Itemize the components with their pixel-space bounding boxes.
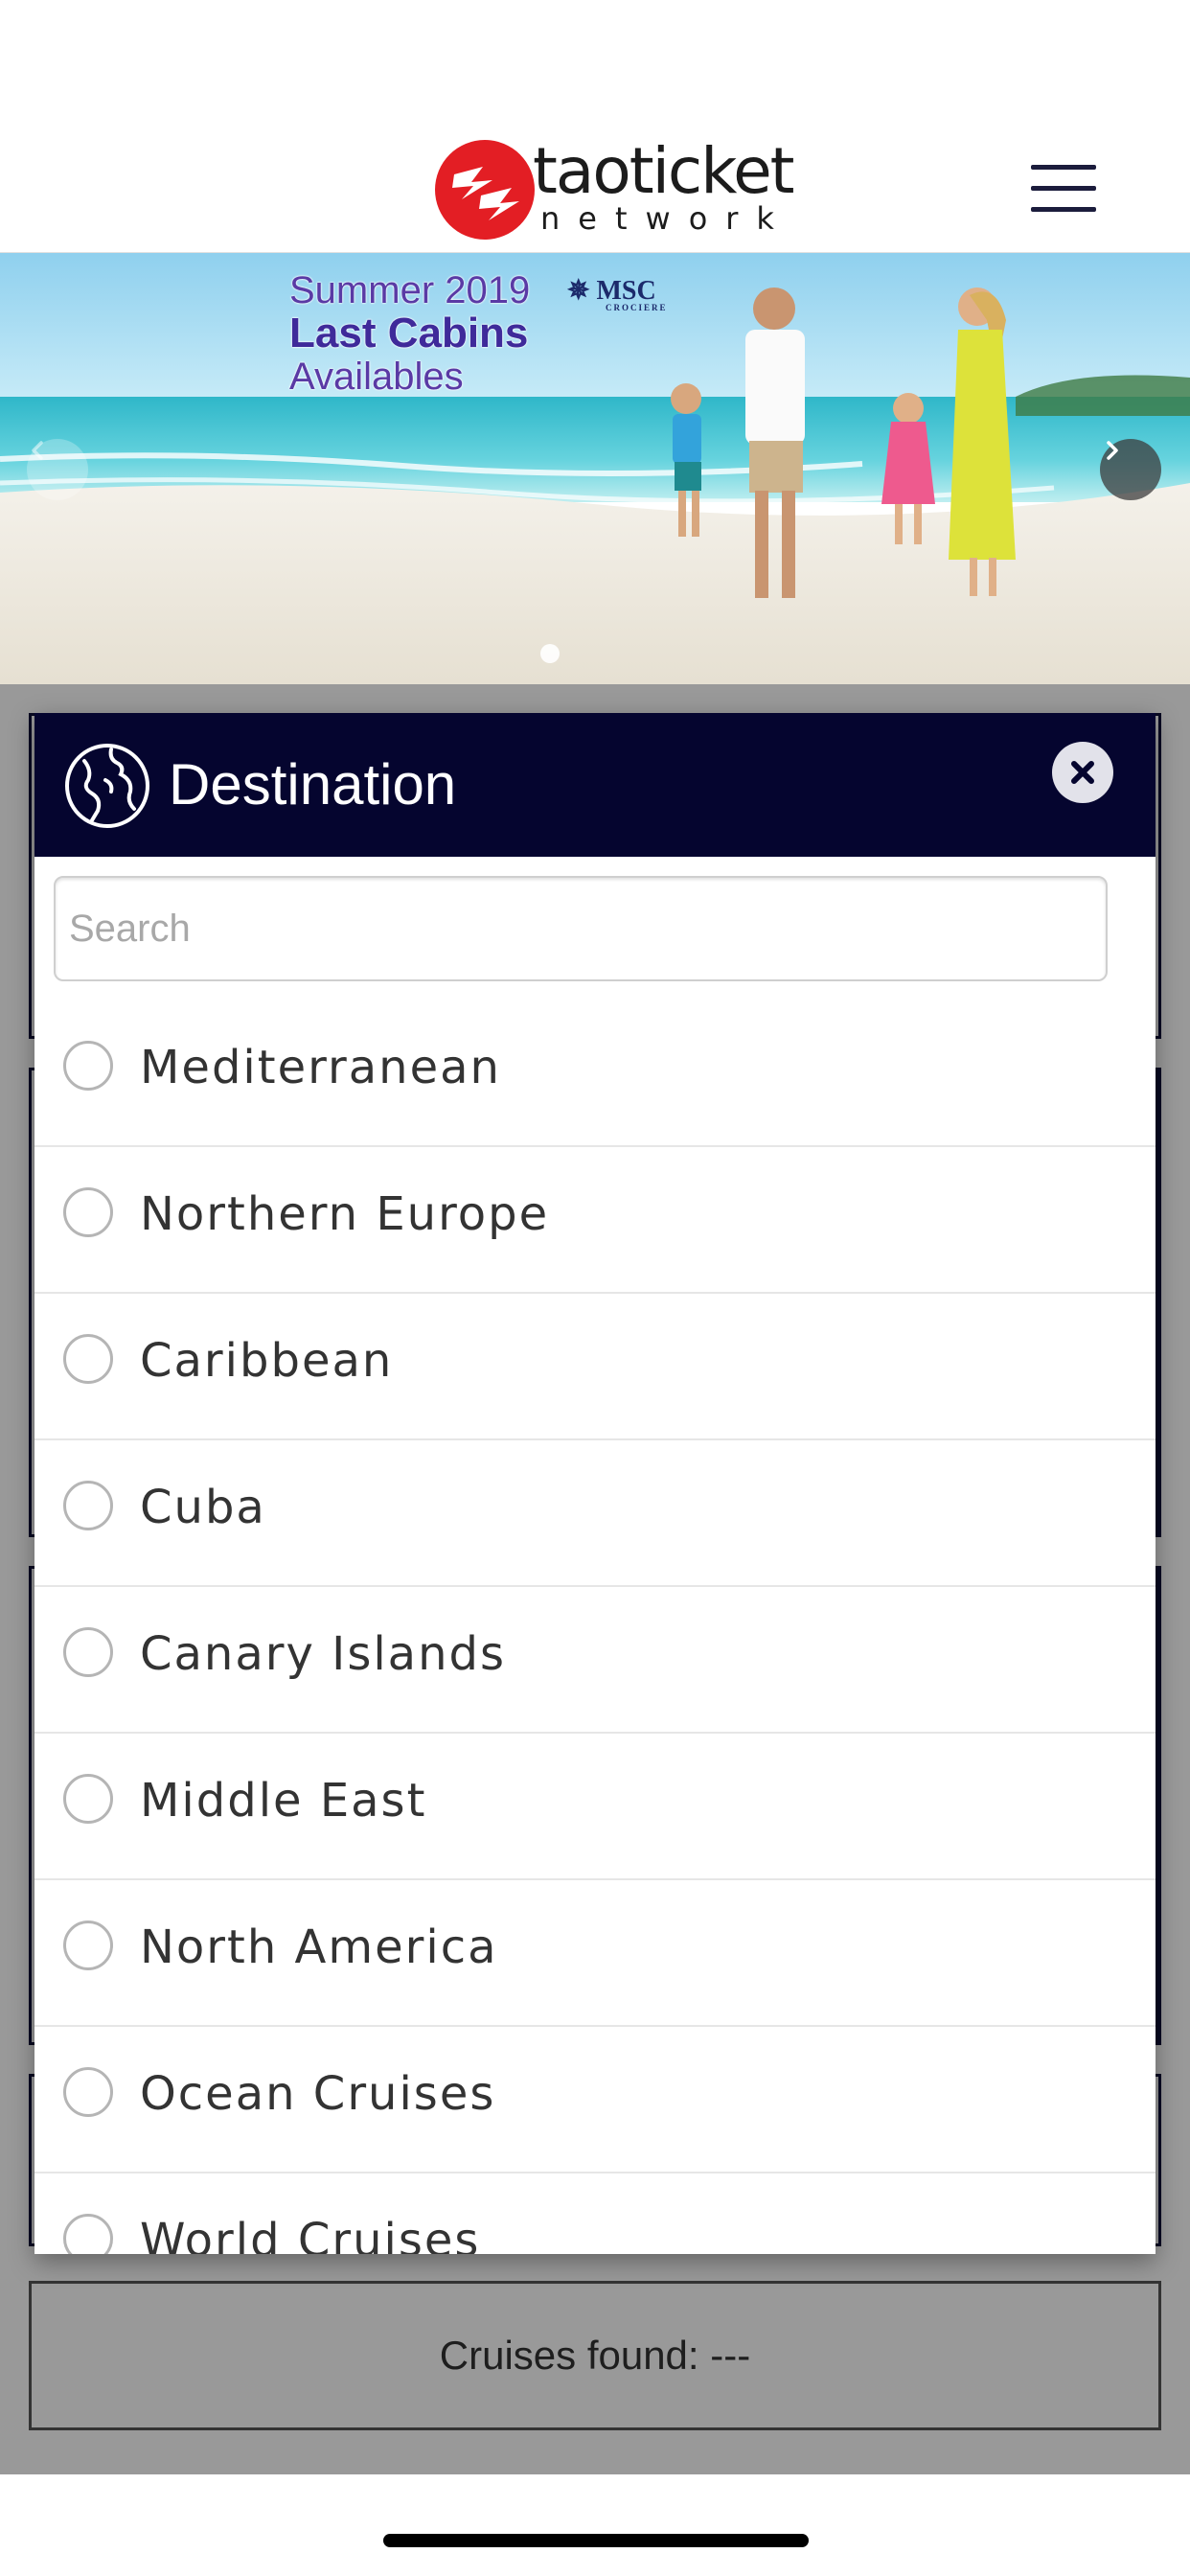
menu-icon [1031,165,1096,170]
close-icon [1071,761,1094,784]
promo-line2: Last Cabins [289,310,529,356]
destination-modal: Destination Mediterranean Northern Europ… [34,713,1156,2254]
beach-family-image [0,253,1190,684]
app-header: taoticket network [0,0,1190,253]
list-item[interactable]: Northern Europe [34,1147,1156,1294]
destination-list: Mediterranean Northern Europe Caribbean … [34,1000,1156,2254]
carousel-prev-button[interactable] [27,439,88,500]
home-indicator[interactable] [383,2534,809,2547]
modal-title: Destination [169,752,457,816]
msc-logo: ✵ MSC CROCIERE [567,274,668,312]
list-item[interactable]: World Cruises [34,2174,1156,2254]
close-button[interactable] [1052,742,1113,803]
carousel-dot[interactable] [540,644,560,663]
destination-label: Middle East [140,1774,427,1828]
logo-name: taoticket [533,134,795,208]
list-item[interactable]: Ocean Cruises [34,2027,1156,2174]
promo-line1: Summer 2019 [289,269,531,311]
destination-label: Northern Europe [140,1187,550,1241]
logo-mark-icon [435,140,535,240]
destination-label: Ocean Cruises [140,2067,496,2121]
taoticket-logo[interactable]: taoticket network [433,136,795,243]
radio-icon[interactable] [63,1920,113,1970]
destination-label: Canary Islands [140,1627,506,1681]
chevron-right-icon [1107,441,1118,460]
logo-subtitle: network [540,200,792,237]
list-item[interactable]: North America [34,1880,1156,2027]
promo-line3: Availables [289,356,464,399]
radio-icon[interactable] [63,1334,113,1384]
menu-button[interactable] [1031,165,1100,217]
msc-brand: MSC [596,276,656,306]
msc-brand-sub: CROCIERE [606,303,668,312]
radio-icon[interactable] [63,1187,113,1237]
list-item[interactable]: Canary Islands [34,1587,1156,1734]
promo-text: Summer 2019 Last Cabins Availables [289,270,530,397]
list-item[interactable]: Cuba [34,1440,1156,1587]
radio-icon[interactable] [63,1627,113,1677]
destination-search-input[interactable] [54,876,1108,981]
radio-icon[interactable] [63,1041,113,1091]
chevron-left-icon [32,441,43,460]
hero-carousel[interactable]: Summer 2019 Last Cabins Availables ✵ MSC… [0,253,1190,684]
msc-compass-icon: ✵ [567,276,590,306]
list-item[interactable]: Middle East [34,1734,1156,1880]
modal-header: Destination [34,713,1156,857]
radio-icon[interactable] [63,1774,113,1824]
destination-label: Caribbean [140,1334,394,1388]
destination-label: North America [140,1920,498,1974]
carousel-next-button[interactable] [1100,439,1161,500]
list-item[interactable]: Mediterranean [34,1000,1156,1147]
destination-label: Mediterranean [140,1041,501,1094]
radio-icon[interactable] [63,1481,113,1530]
destination-label: World Cruises [140,2214,481,2254]
radio-icon[interactable] [63,2067,113,2117]
list-item[interactable]: Caribbean [34,1294,1156,1440]
destination-label: Cuba [140,1481,266,1534]
radio-icon[interactable] [63,2214,113,2254]
globe-icon [65,744,149,828]
